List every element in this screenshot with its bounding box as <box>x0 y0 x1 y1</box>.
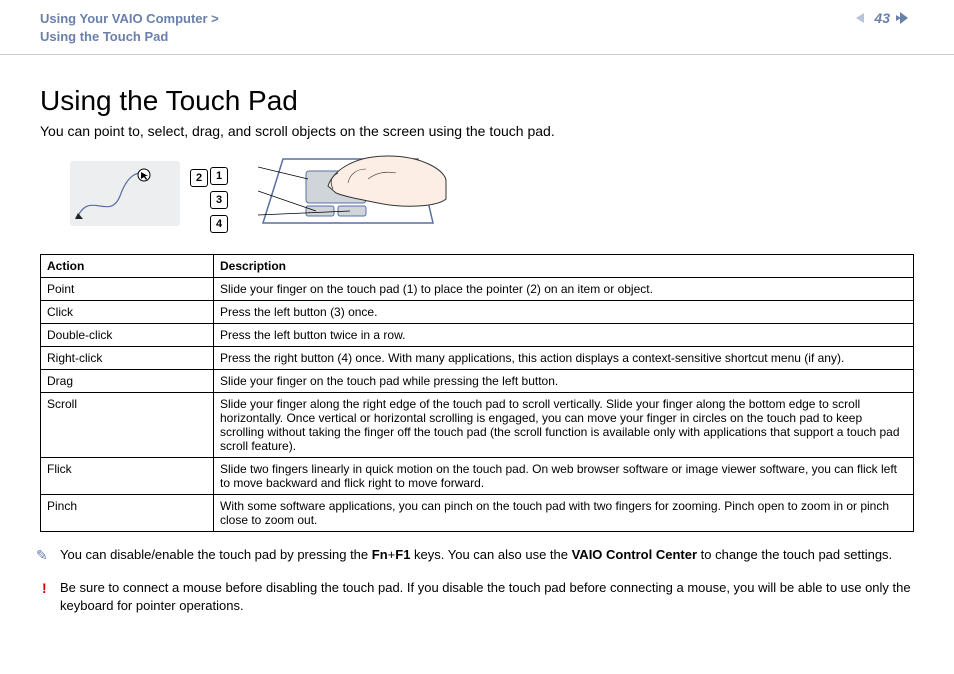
table-row: DragSlide your finger on the touch pad w… <box>41 370 914 393</box>
intro-text: You can point to, select, drag, and scro… <box>40 123 914 139</box>
callout-3: 3 <box>210 191 228 209</box>
description-cell: Press the right button (4) once. With ma… <box>214 347 914 370</box>
pencil-icon: ✎ <box>36 546 48 566</box>
table-row: PinchWith some software applications, yo… <box>41 495 914 532</box>
table-row: PointSlide your finger on the touch pad … <box>41 278 914 301</box>
table-row: ClickPress the left button (3) once. <box>41 301 914 324</box>
action-cell: Pinch <box>41 495 214 532</box>
description-cell: Press the left button twice in a row. <box>214 324 914 347</box>
action-cell: Click <box>41 301 214 324</box>
tip-text-2: keys. You can also use the <box>410 547 571 562</box>
description-cell: Press the left button (3) once. <box>214 301 914 324</box>
tip-note: ✎ You can disable/enable the touch pad b… <box>60 546 914 564</box>
actions-table: Action Description PointSlide your finge… <box>40 254 914 532</box>
nav-prev-icon[interactable] <box>854 11 868 25</box>
callout-1: 1 <box>210 167 228 185</box>
table-row: Double-clickPress the left button twice … <box>41 324 914 347</box>
callout-stack: 1 3 4 <box>210 167 228 233</box>
description-cell: With some software applications, you can… <box>214 495 914 532</box>
touchpad-hand-icon <box>258 151 448 241</box>
pointer-trail-icon <box>70 161 180 226</box>
warning-icon: ! <box>42 579 47 599</box>
description-cell: Slide your finger on the touch pad while… <box>214 370 914 393</box>
th-description: Description <box>214 255 914 278</box>
tip-bold-fn: Fn <box>372 547 388 562</box>
illustration-row: 2 1 3 4 <box>70 151 914 236</box>
description-cell: Slide two fingers linearly in quick moti… <box>214 458 914 495</box>
description-cell: Slide your finger on the touch pad (1) t… <box>214 278 914 301</box>
action-cell: Flick <box>41 458 214 495</box>
table-row: FlickSlide two fingers linearly in quick… <box>41 458 914 495</box>
tip-bold-f1: F1 <box>395 547 410 562</box>
tip-text-1: You can disable/enable the touch pad by … <box>60 547 372 562</box>
action-cell: Drag <box>41 370 214 393</box>
table-row: Right-clickPress the right button (4) on… <box>41 347 914 370</box>
warning-note: ! Be sure to connect a mouse before disa… <box>60 579 914 615</box>
action-cell: Point <box>41 278 214 301</box>
th-action: Action <box>41 255 214 278</box>
screen-illustration: 2 <box>70 161 180 226</box>
page-navigation: 43 <box>854 10 914 26</box>
breadcrumb-line2: Using the Touch Pad <box>40 28 219 46</box>
page-content: Using the Touch Pad You can point to, se… <box>0 55 954 645</box>
touchpad-illustration <box>258 151 448 236</box>
callout-4: 4 <box>210 215 228 233</box>
nav-next-icon[interactable] <box>896 10 914 26</box>
page-header: Using Your VAIO Computer > Using the Tou… <box>0 0 954 55</box>
page-number: 43 <box>874 10 890 26</box>
breadcrumb: Using Your VAIO Computer > Using the Tou… <box>40 10 219 46</box>
action-cell: Scroll <box>41 393 214 458</box>
action-cell: Right-click <box>41 347 214 370</box>
description-cell: Slide your finger along the right edge o… <box>214 393 914 458</box>
tip-bold-vcc: VAIO Control Center <box>572 547 697 562</box>
action-cell: Double-click <box>41 324 214 347</box>
callout-2: 2 <box>190 169 208 187</box>
breadcrumb-line1: Using Your VAIO Computer > <box>40 10 219 28</box>
table-row: ScrollSlide your finger along the right … <box>41 393 914 458</box>
page-title: Using the Touch Pad <box>40 85 914 117</box>
tip-text-3: to change the touch pad settings. <box>697 547 892 562</box>
warning-text: Be sure to connect a mouse before disabl… <box>60 580 911 613</box>
